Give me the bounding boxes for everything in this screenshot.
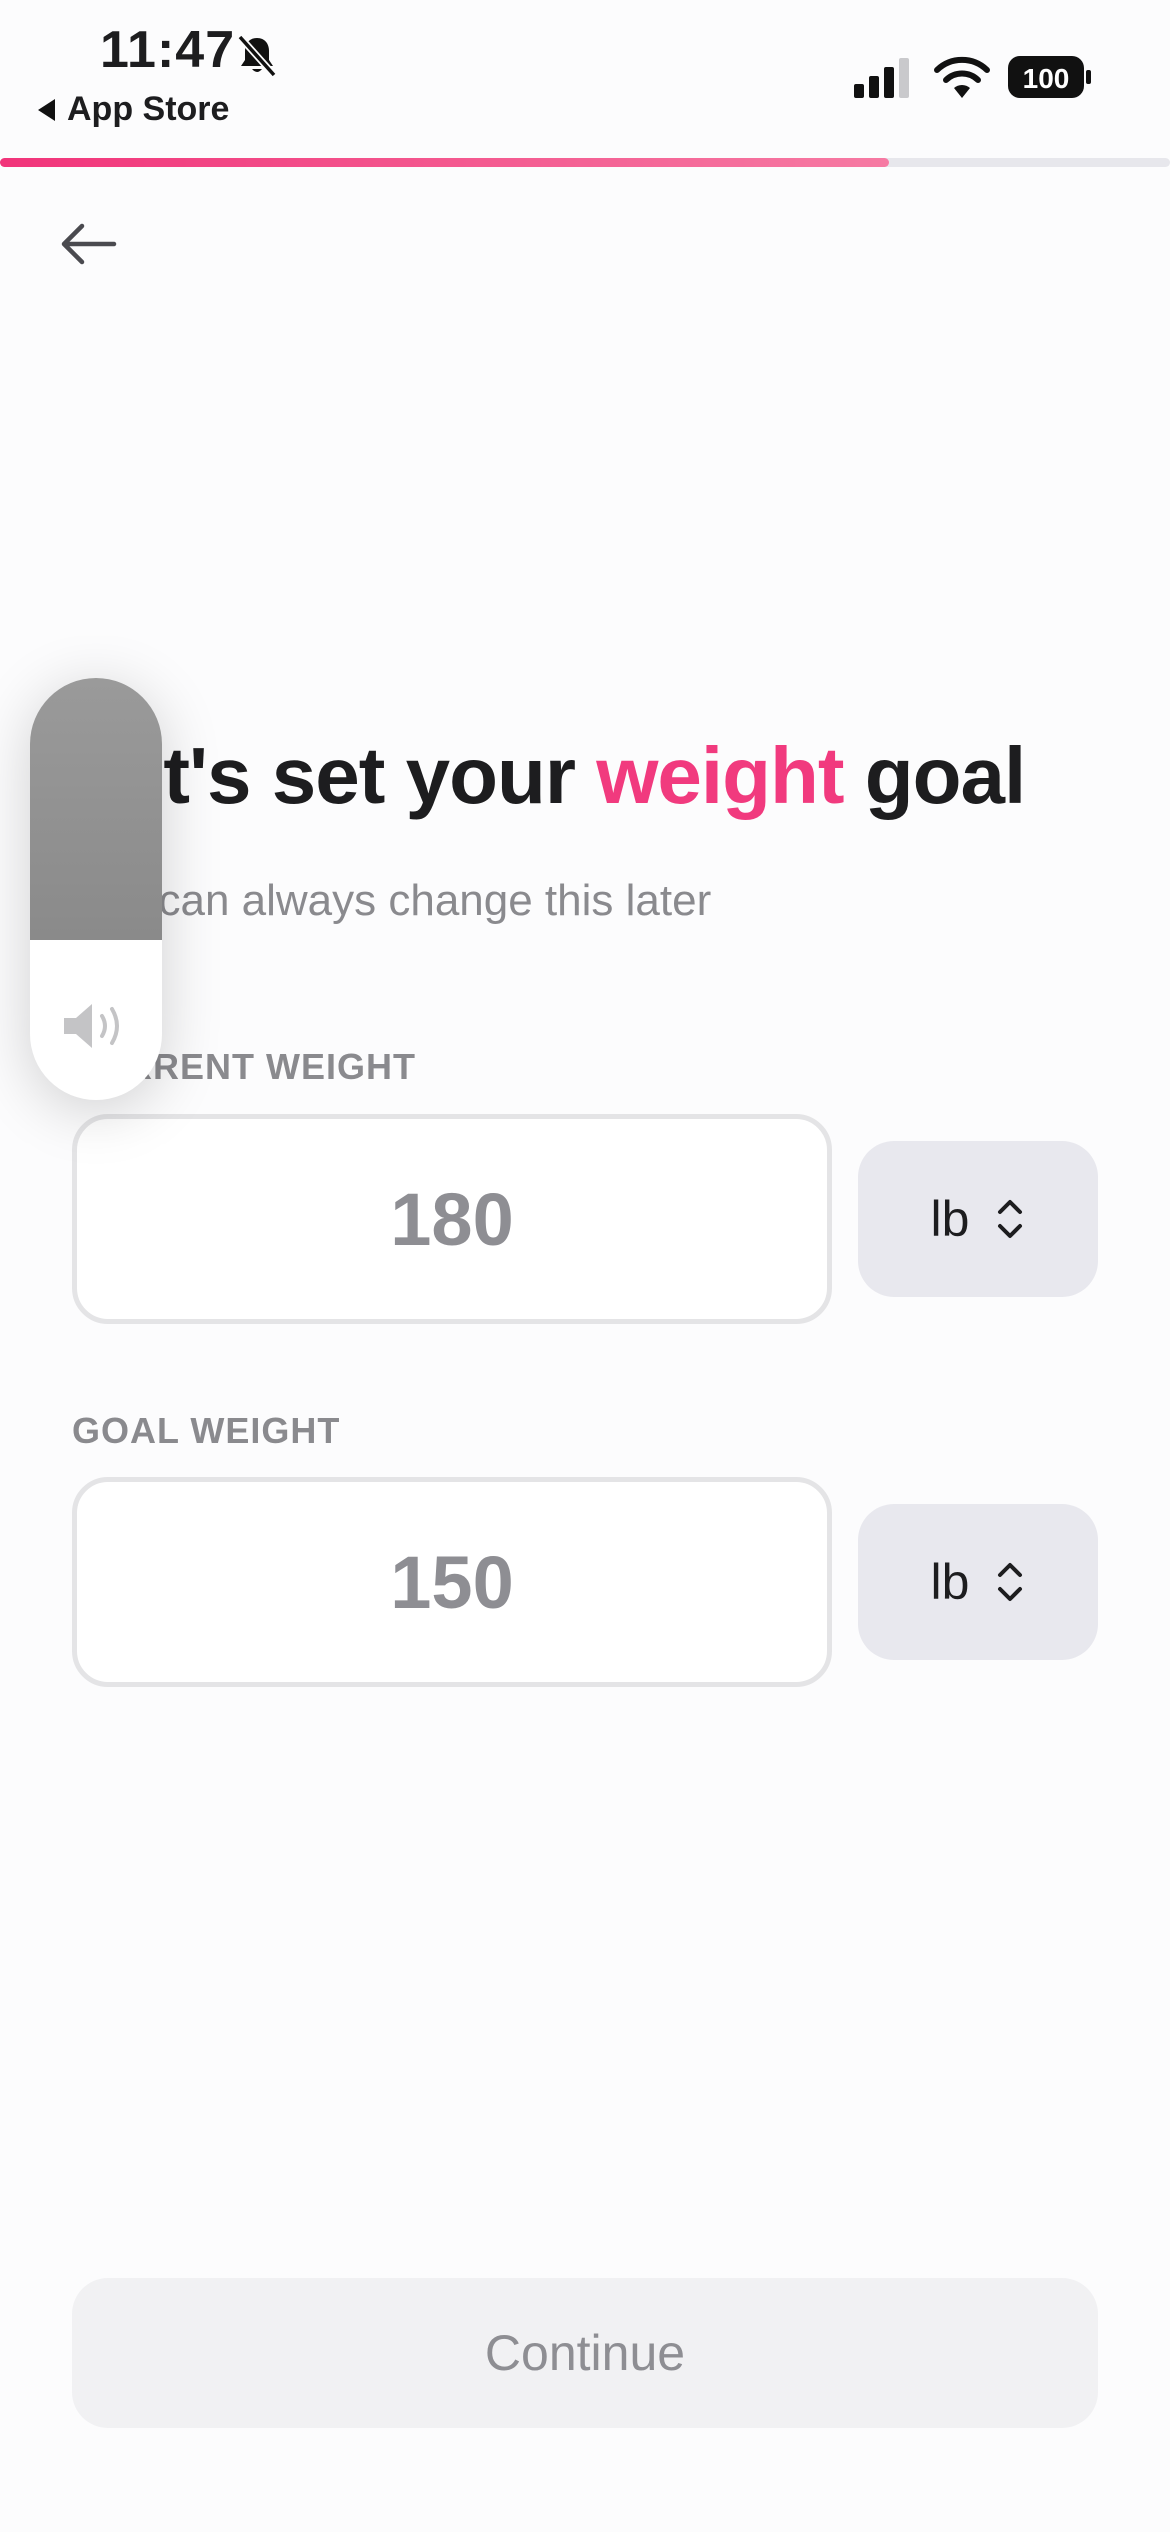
- continue-button[interactable]: Continue: [72, 2278, 1098, 2428]
- goal-weight-label: GOAL WEIGHT: [72, 1410, 341, 1451]
- onboarding-progress-bar: [0, 158, 1170, 167]
- goal-weight-input[interactable]: 150: [72, 1477, 832, 1687]
- back-to-app-link[interactable]: App Store: [38, 90, 229, 129]
- current-weight-unit-selector[interactable]: lb: [858, 1141, 1098, 1297]
- status-time: 11:47: [100, 21, 236, 79]
- goal-weight-unit-selector[interactable]: lb: [858, 1504, 1098, 1660]
- battery-icon: 100: [1008, 56, 1091, 98]
- back-to-app-label: App Store: [67, 90, 230, 128]
- chevron-up-down-icon: [998, 1200, 1023, 1238]
- current-weight-unit: lb: [930, 1191, 970, 1247]
- volume-hud[interactable]: [30, 678, 162, 1100]
- chevron-up-down-icon: [998, 1563, 1023, 1601]
- progress-fill: [0, 158, 890, 167]
- cellular-signal-icon: [854, 58, 909, 98]
- volume-level-fill: [30, 678, 162, 940]
- title-accent: weight: [596, 731, 844, 820]
- weight-goal-screen: 11:47 App Store 100 Let's set your weigh…: [0, 0, 1170, 2532]
- arrow-left-icon[interactable]: [56, 218, 120, 270]
- bell-slash-icon: [237, 34, 277, 78]
- current-weight-input[interactable]: 180: [72, 1114, 832, 1324]
- speaker-icon: [64, 1004, 119, 1048]
- title-suffix: goal: [843, 731, 1026, 820]
- goal-weight-unit: lb: [930, 1554, 970, 1610]
- wifi-icon: [934, 56, 990, 98]
- page-title: Let's set your weight goal: [72, 730, 1026, 822]
- battery-level: 100: [1023, 63, 1070, 94]
- page-subtitle: You can always change this later: [72, 876, 712, 925]
- back-triangle-icon: [38, 98, 55, 121]
